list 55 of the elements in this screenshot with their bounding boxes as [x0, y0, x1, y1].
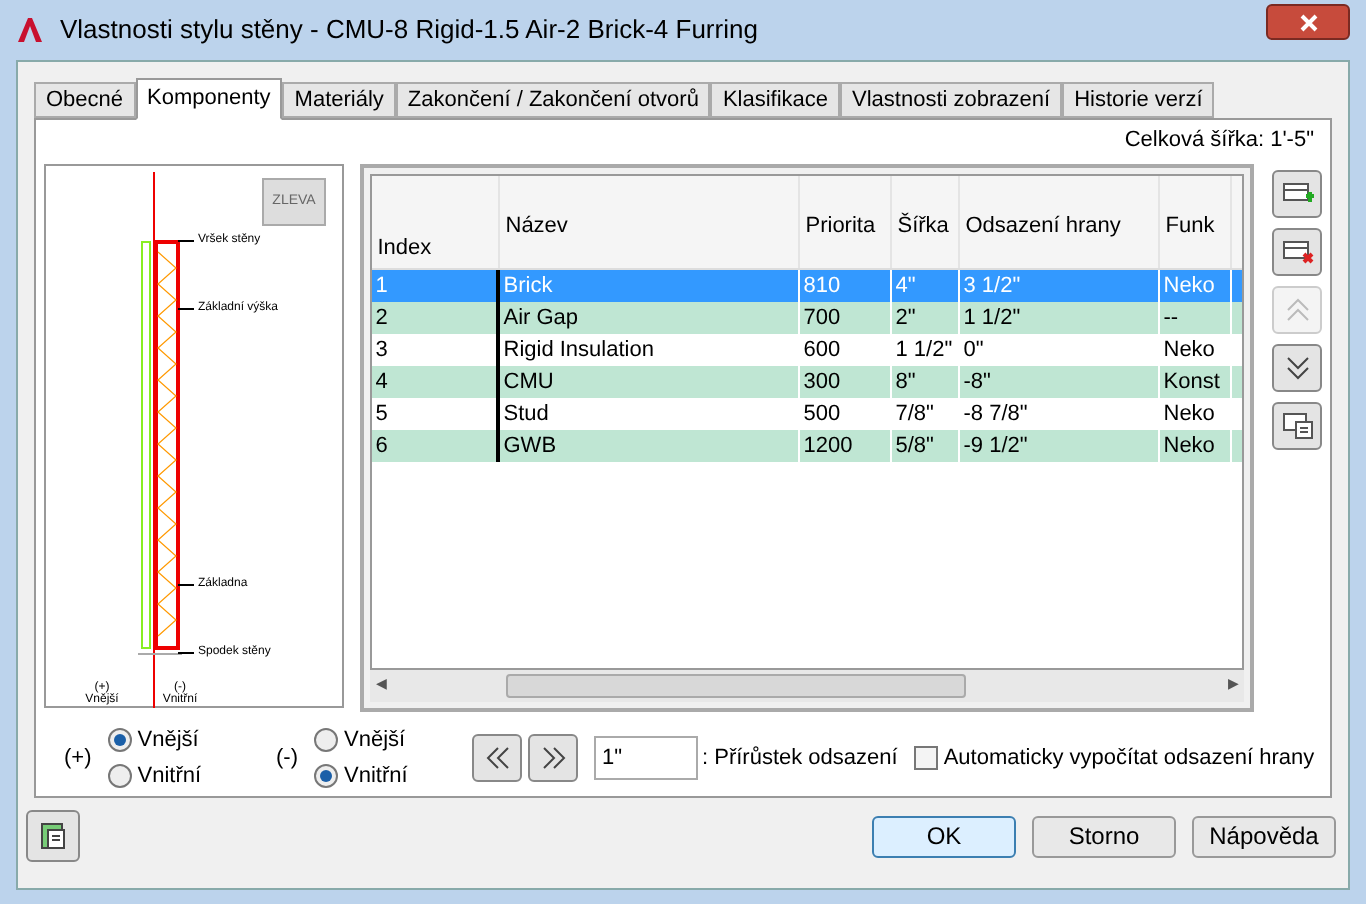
tab[interactable]: Historie verzí: [1062, 82, 1215, 118]
radio-option[interactable]: Vnější: [107, 723, 202, 756]
remove-component-button[interactable]: [1272, 228, 1322, 276]
table-row[interactable]: 2 Air Gap 700 2" 1 1/2" --: [371, 302, 1242, 334]
double-chevron-right-icon: [539, 744, 567, 772]
column-header[interactable]: Priorita: [799, 176, 892, 268]
radio-option[interactable]: Vnitřní: [107, 760, 202, 793]
down-component-button[interactable]: [1272, 344, 1322, 392]
next-button[interactable]: [528, 734, 578, 782]
dialog-button[interactable]: Storno: [1032, 815, 1176, 857]
table-cell: 6: [371, 430, 500, 462]
dialog-button[interactable]: Nápověda: [1192, 815, 1336, 857]
scroll-thumb[interactable]: [506, 674, 967, 698]
delete-row-icon: [1281, 238, 1313, 266]
double-chevron-left-icon: [483, 744, 511, 772]
window-title: Vlastnosti stylu stěny - CMU-8 Rigid-1.5 Air-2 Brick-4 Furring: [60, 12, 758, 49]
table-row[interactable]: 6 GWB 1200 5/8" -9 1/2" Neko: [371, 430, 1242, 462]
close-icon: [1299, 13, 1317, 31]
offset-increment-label: : Přírůstek odsazení: [702, 743, 898, 774]
column-header[interactable]: Index: [371, 176, 500, 268]
add-component-button[interactable]: [1272, 170, 1322, 218]
previous-button[interactable]: [472, 734, 522, 782]
offset-increment-field[interactable]: 1": [594, 736, 698, 780]
table-cell: GWB: [499, 430, 800, 462]
radio-option[interactable]: Vnitřní: [314, 760, 408, 793]
table-cell: 1200: [799, 430, 892, 462]
style-tool-button[interactable]: [26, 810, 80, 862]
table-cell: Neko: [1159, 430, 1232, 462]
tab[interactable]: Klasifikace: [710, 82, 841, 118]
double-chevron-up-icon: [1283, 296, 1311, 324]
list-component-button[interactable]: [1272, 402, 1322, 450]
tab[interactable]: Vlastnosti zobrazení: [840, 82, 1063, 118]
document-icon: [37, 820, 69, 852]
double-chevron-down-icon: [1283, 354, 1311, 382]
tab[interactable]: Zakončení / Zakončení otvorů: [395, 82, 711, 118]
close-button[interactable]: [1266, 4, 1350, 40]
add-row-icon: [1281, 180, 1313, 208]
column-header[interactable]: Funk: [1159, 176, 1232, 268]
side-sign-label: (-): [276, 743, 298, 774]
auto-calc-checkbox[interactable]: Automaticky vypočítat odsazení hrany: [913, 741, 1315, 775]
app-logo-icon: [16, 16, 44, 44]
column-header[interactable]: Název: [499, 176, 800, 268]
table-row[interactable]: 4 CMU 300 8" -8" Konst: [371, 366, 1242, 398]
radio-option[interactable]: Vnější: [314, 723, 408, 756]
total-width-label: Celková šířka: 1'-5": [1124, 126, 1314, 156]
table-cell: -9 1/2": [959, 430, 1160, 462]
side-sign-label: (+): [64, 743, 92, 774]
column-header[interactable]: Šířka: [891, 176, 960, 268]
table-list-icon: [1281, 412, 1313, 440]
dialog-button[interactable]: OK: [872, 815, 1016, 857]
tab[interactable]: Komponenty: [135, 78, 283, 120]
table-cell: 5/8": [891, 430, 960, 462]
tab[interactable]: Materiály: [282, 82, 396, 118]
tab[interactable]: Obecné: [34, 82, 136, 118]
column-header[interactable]: Odsazení hrany: [959, 176, 1160, 268]
